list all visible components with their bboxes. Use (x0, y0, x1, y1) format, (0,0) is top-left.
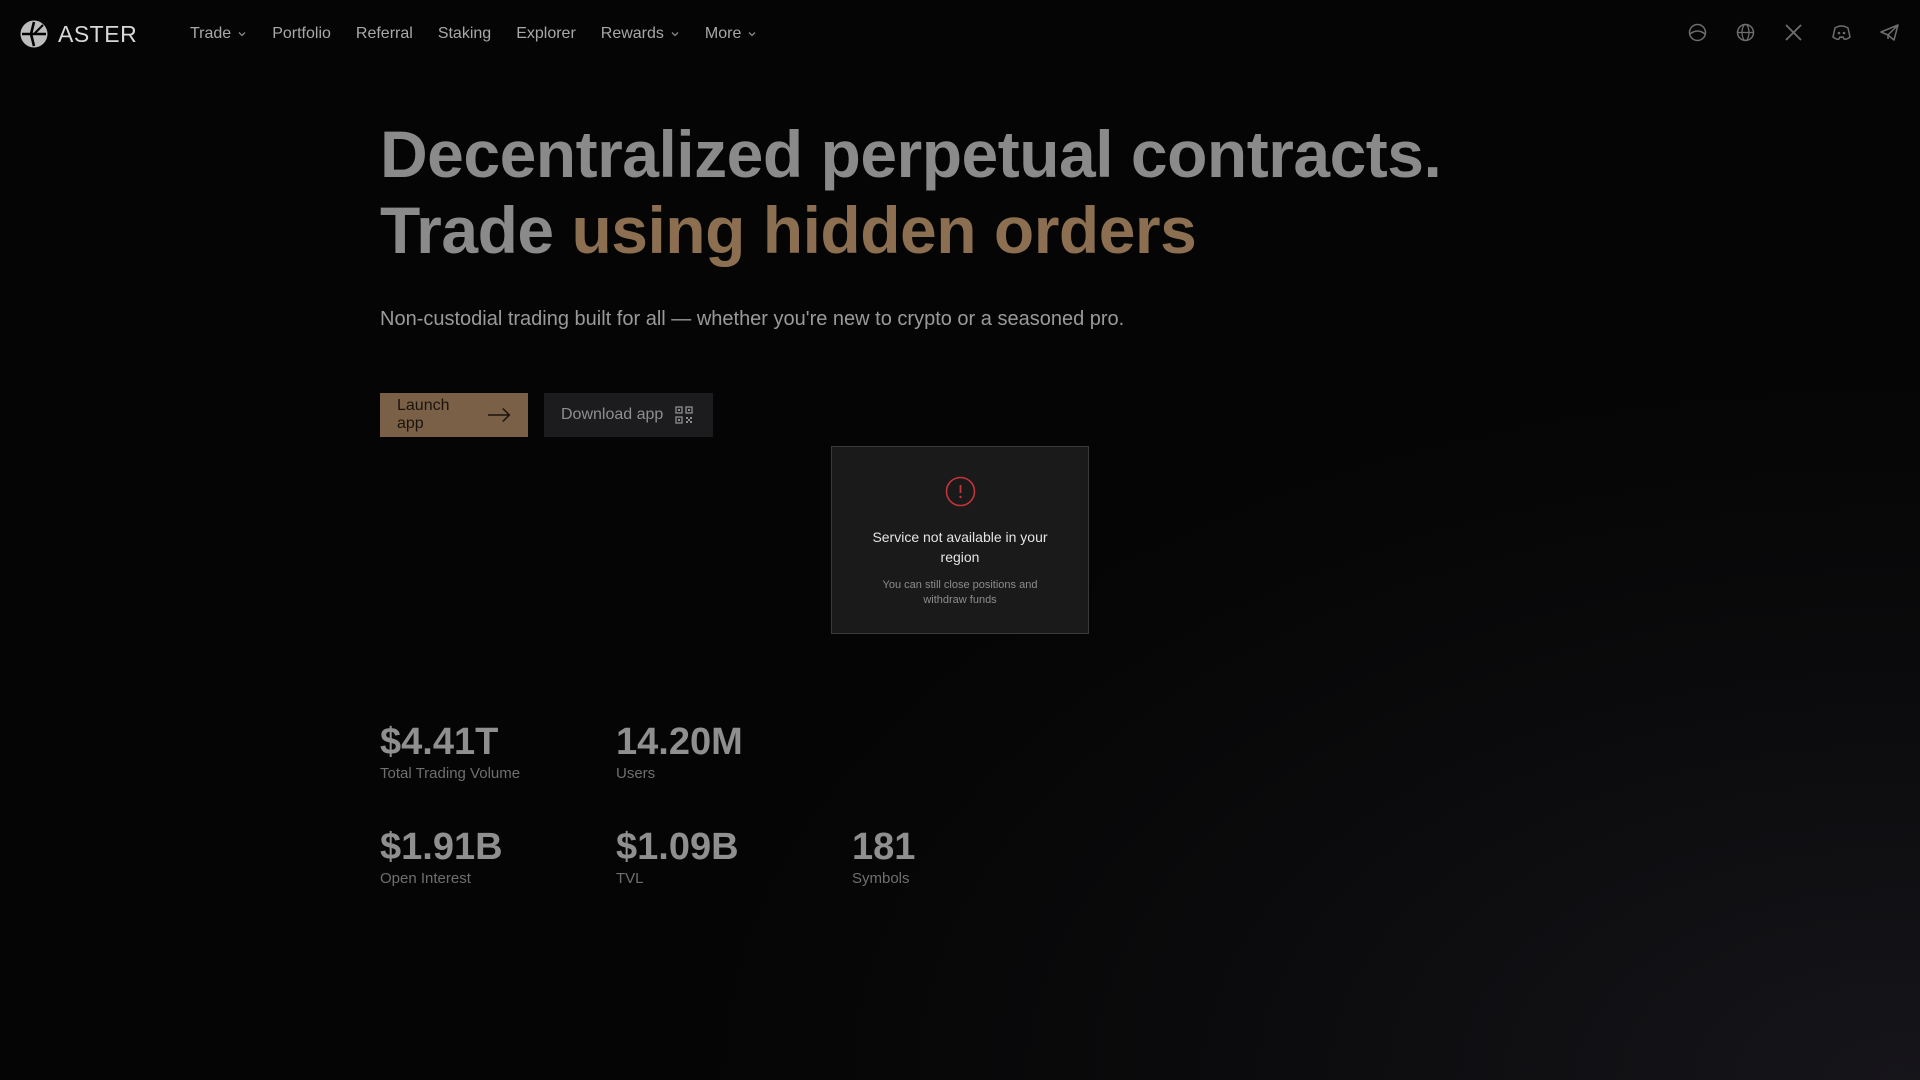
stat-value: 181 (852, 826, 916, 868)
hero-subtitle: Non-custodial trading built for all — wh… (380, 308, 1125, 330)
theme-icon[interactable] (1687, 22, 1708, 43)
qr-code-icon (675, 406, 693, 424)
download-app-button[interactable]: Download app (544, 393, 713, 437)
nav-item-label: Portfolio (272, 25, 331, 42)
brand-name: ASTER (58, 20, 138, 47)
stat-value: $1.91B (380, 826, 503, 868)
stat-tvl: $1.09B TVL (616, 825, 739, 887)
modal-title: Service not available in your region (872, 529, 1048, 565)
nav-item-label: More (704, 25, 742, 42)
region-restriction-modal: Service not available in your region You… (831, 446, 1089, 634)
stat-total-trading-volume: $4.41T Total Trading Volume (380, 720, 520, 782)
nav-item-trade[interactable]: Trade (190, 22, 247, 46)
modal-description: You can still close positions and withdr… (882, 579, 1038, 606)
hero-headline-line1: Decentralized perpetual contracts. (380, 117, 1442, 191)
aster-logo-icon (20, 20, 48, 48)
main-menu: Trade Portfolio Referral Staking Explore… (190, 22, 782, 46)
chevron-down-icon (748, 32, 756, 37)
nav-item-staking[interactable]: Staking (438, 22, 491, 46)
stat-label: Open Interest (380, 870, 471, 887)
nav-item-portfolio[interactable]: Portfolio (272, 22, 331, 46)
launch-app-button[interactable]: Launch app (380, 393, 528, 437)
stat-label: TVL (616, 870, 644, 887)
download-app-label: Download app (561, 406, 664, 423)
hero-headline: Decentralized perpetual contracts. Trade… (380, 116, 1580, 268)
telegram-icon[interactable] (1879, 22, 1900, 43)
hero-headline-plain: Trade (380, 193, 572, 267)
nav-item-rewards[interactable]: Rewards (601, 22, 680, 46)
discord-icon[interactable] (1831, 22, 1852, 43)
stat-open-interest: $1.91B Open Interest (380, 825, 503, 887)
alert-icon (945, 476, 975, 507)
nav-item-explorer[interactable]: Explorer (516, 22, 576, 46)
top-navbar: ASTER Trade Portfolio Referral Staking E… (0, 0, 1920, 68)
stat-label: Symbols (852, 870, 910, 887)
nav-item-label: Trade (190, 25, 232, 42)
brand-logo[interactable]: ASTER (20, 20, 137, 48)
x-icon[interactable] (1783, 22, 1804, 43)
nav-item-referral[interactable]: Referral (356, 22, 413, 46)
chevron-down-icon (671, 32, 679, 37)
stat-symbols: 181 Symbols (852, 825, 915, 887)
globe-icon[interactable] (1735, 22, 1756, 43)
stat-value: $1.09B (616, 826, 739, 868)
nav-item-more[interactable]: More (705, 22, 757, 46)
stat-value: 14.20M (616, 721, 743, 763)
launch-app-label: Launch app (397, 397, 450, 432)
arrow-right-icon (487, 407, 511, 423)
chevron-down-icon (238, 32, 246, 37)
stat-label: Total Trading Volume (380, 765, 521, 782)
nav-item-label: Referral (355, 25, 413, 42)
stat-users: 14.20M Users (616, 720, 743, 782)
nav-item-label: Rewards (600, 25, 664, 42)
stat-value: $4.41T (380, 721, 499, 763)
hero-headline-line2: Trade using hidden orders (380, 192, 1580, 268)
nav-icon-group (1687, 22, 1900, 43)
nav-item-label: Staking (437, 25, 492, 42)
nav-item-label: Explorer (516, 25, 576, 42)
stat-label: Users (616, 765, 656, 782)
hero-headline-accent: using hidden orders (571, 193, 1197, 267)
